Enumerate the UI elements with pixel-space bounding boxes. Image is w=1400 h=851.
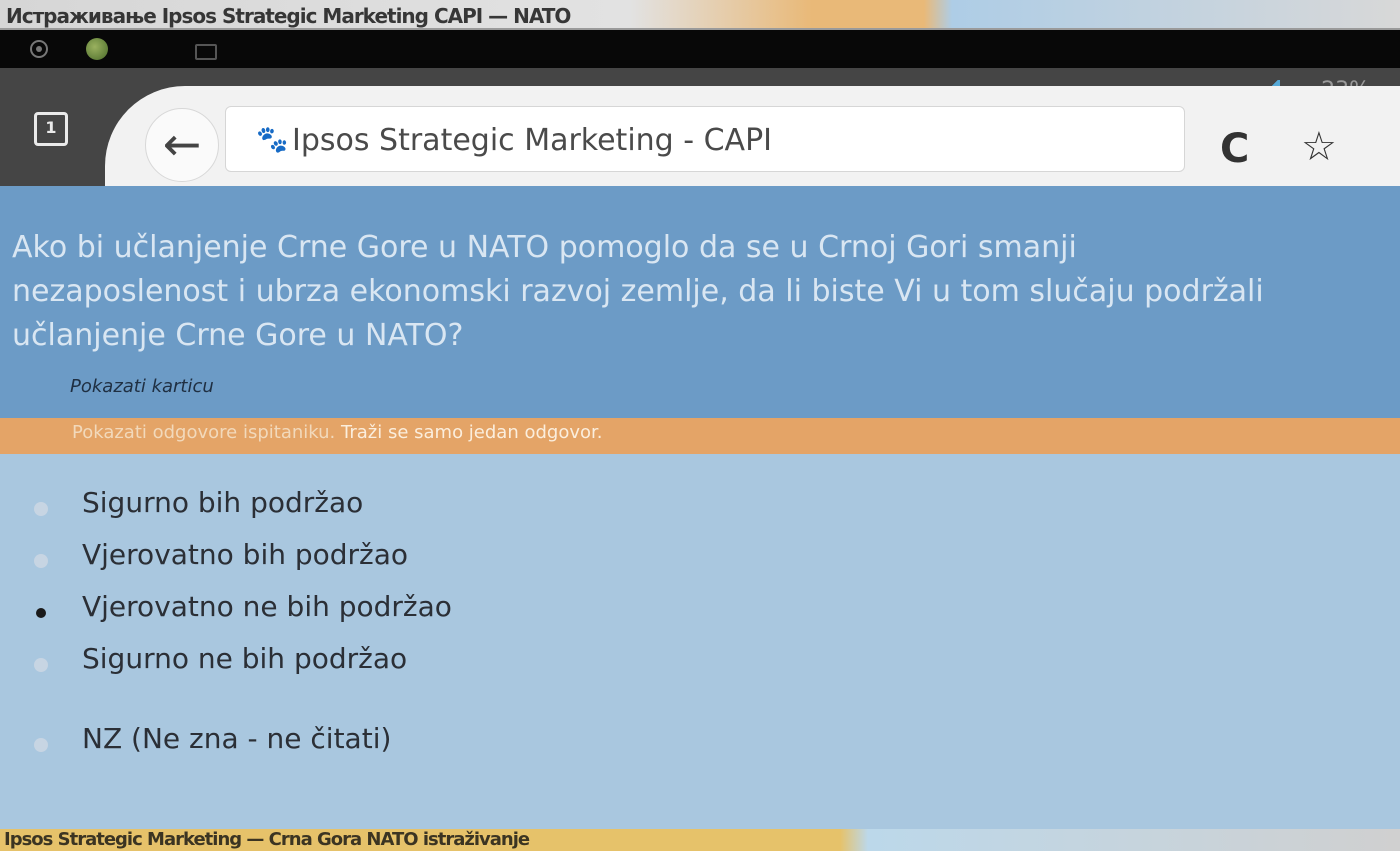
question-panel: Ako bi učlanjenje Crne Gore u NATO pomog… <box>0 186 1400 418</box>
overlay-bottom-strip: Ipsos Strategic Marketing — Crna Gora NA… <box>0 829 1400 851</box>
back-arrow-icon: ← <box>162 117 202 171</box>
browser-chrome: 23% 1 ← 🐾 Ipsos Strategic Marketing - CA… <box>0 68 1400 186</box>
reload-button[interactable]: C <box>1220 126 1249 172</box>
radio-button[interactable] <box>34 738 48 752</box>
address-bar-title: Ipsos Strategic Marketing - CAPI <box>292 123 773 158</box>
bookmark-button[interactable]: ☆ <box>1301 124 1337 170</box>
reload-icon: C <box>1220 126 1250 172</box>
status-bar <box>0 30 1400 68</box>
option-sigurno-bih[interactable]: Sigurno bih podržao <box>0 486 600 530</box>
survey-page: Ako bi učlanjenje Crne Gore u NATO pomog… <box>0 186 1400 851</box>
overlay-bottom-text: Ipsos Strategic Marketing — Crna Gora NA… <box>4 829 530 850</box>
tab-bar: 23% 1 ← 🐾 Ipsos Strategic Marketing - CA… <box>0 68 1400 186</box>
radio-button-selected[interactable] <box>36 608 46 618</box>
app-notification-icon <box>86 38 108 60</box>
address-bar[interactable]: 🐾 Ipsos Strategic Marketing - CAPI <box>225 106 1185 172</box>
instruction-bar: Pokazati odgovore ispitaniku. Traži se s… <box>0 418 1400 454</box>
option-vjerovatno-ne-bih[interactable]: Vjerovatno ne bih podržao <box>0 590 600 634</box>
radio-button[interactable] <box>34 658 48 672</box>
option-label: Vjerovatno ne bih podržao <box>82 590 452 623</box>
question-text-line-2: nezaposlenost i ubrza ekonomski razvoj z… <box>12 274 1264 309</box>
site-favicon-icon: 🐾 <box>256 125 289 155</box>
option-label: NZ (Ne zna - ne čitati) <box>82 722 392 755</box>
question-text-line-1: Ako bi učlanjenje Crne Gore u NATO pomog… <box>12 230 1077 265</box>
back-button[interactable]: ← <box>145 108 219 182</box>
instruction-note: Traži se samo jedan odgovor. <box>335 422 603 443</box>
option-sigurno-ne-bih[interactable]: Sigurno ne bih podržao <box>0 642 600 686</box>
radio-button[interactable] <box>34 502 48 516</box>
browser-toolbar: ← 🐾 Ipsos Strategic Marketing - CAPI C ☆ <box>105 86 1400 186</box>
instruction-text: Pokazati odgovore ispitaniku. <box>72 422 336 443</box>
option-label: Vjerovatno bih podržao <box>82 538 409 571</box>
radio-button[interactable] <box>34 554 48 568</box>
star-icon: ☆ <box>1301 124 1337 170</box>
tab-switcher-button[interactable]: 1 <box>34 112 68 146</box>
option-ne-zna[interactable]: NZ (Ne zna - ne čitati) <box>0 722 600 766</box>
overlay-top-strip: Истраживање Ipsos Strategic Marketing CA… <box>0 0 1400 30</box>
overlay-top-text: Истраживање Ipsos Strategic Marketing CA… <box>6 4 571 28</box>
option-label: Sigurno ne bih podržao <box>82 642 408 675</box>
question-text-line-3: učlanjenje Crne Gore u NATO? <box>12 318 464 353</box>
option-label: Sigurno bih podržao <box>82 486 364 519</box>
location-icon <box>30 40 48 58</box>
option-vjerovatno-bih[interactable]: Vjerovatno bih podržao <box>0 538 600 582</box>
mail-icon <box>195 44 217 60</box>
question-hint: Pokazati karticu <box>70 376 214 397</box>
